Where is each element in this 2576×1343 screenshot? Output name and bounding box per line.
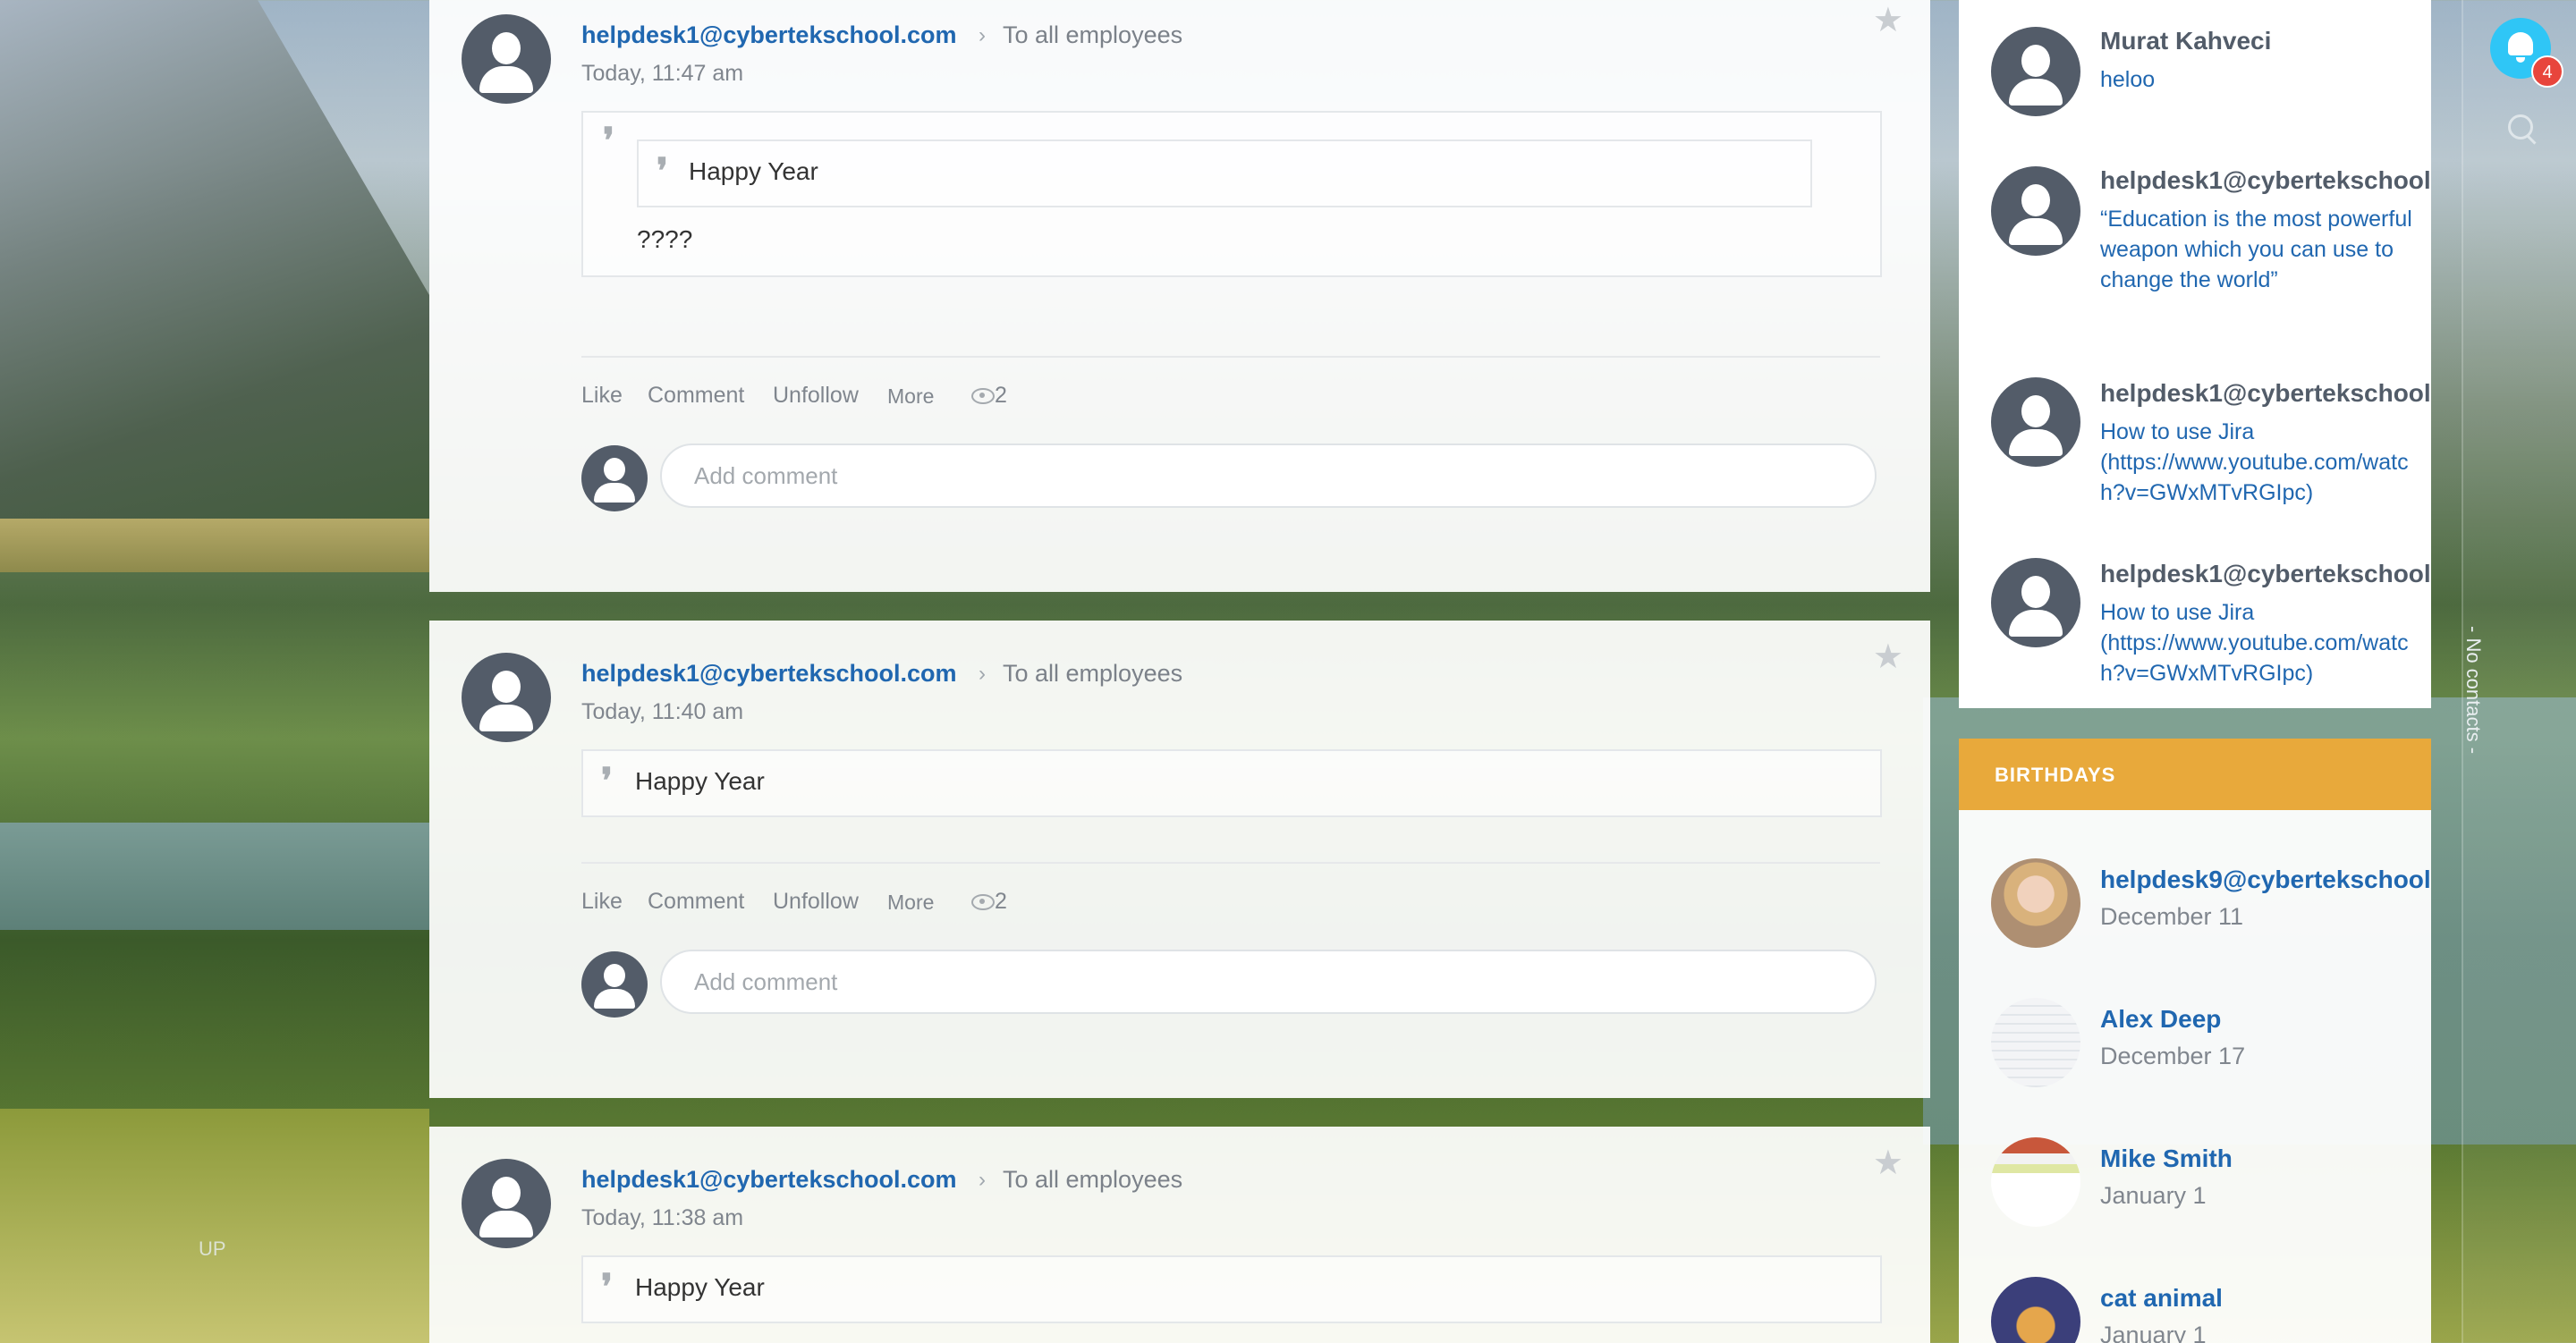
unfollow-button[interactable]: Unfollow xyxy=(773,383,859,409)
announcements-panel: Murat Kahveci heloo helpdesk1@cyberteksc… xyxy=(1959,0,2431,708)
birthday-date: December 17 xyxy=(2100,1043,2246,1069)
add-comment-input[interactable] xyxy=(660,950,1877,1014)
no-contacts-label: - No contacts - xyxy=(2462,626,2485,755)
post-time[interactable]: Today, 11:40 am xyxy=(581,699,743,725)
background-meadow xyxy=(0,519,429,572)
quote-icon: ❜ xyxy=(603,120,614,162)
divider xyxy=(581,862,1880,864)
announcement-text[interactable]: “Education is the most powerful weapon w… xyxy=(2100,204,2413,295)
notification-badge: 4 xyxy=(2531,55,2563,88)
current-user-avatar xyxy=(581,445,648,511)
quoted-text: Happy Year xyxy=(635,1273,765,1301)
post-author[interactable]: helpdesk1@cybertekschool.com xyxy=(581,1166,957,1194)
announcement-item[interactable]: helpdesk1@cybertekschool. “Education is … xyxy=(1959,143,2431,367)
feed-post: helpdesk1@cybertekschool.com › To all em… xyxy=(429,621,1930,1098)
post-body: ❜ ❜ Happy Year ???? xyxy=(581,111,1882,277)
announcement-item[interactable]: helpdesk1@cybertekschool. How to use Jir… xyxy=(1959,536,2431,708)
eye-icon xyxy=(971,388,995,404)
star-icon[interactable]: ★ xyxy=(1873,0,1903,40)
announcement-item[interactable]: helpdesk1@cybertekschool. How to use Jir… xyxy=(1959,356,2431,535)
birthday-item[interactable]: Alex Deep December 17 xyxy=(1959,996,2431,1112)
background-grass xyxy=(0,1109,429,1343)
unfollow-button[interactable]: Unfollow xyxy=(773,889,859,915)
search-icon[interactable] xyxy=(2508,114,2533,139)
comment-button[interactable]: Comment xyxy=(648,383,744,409)
quote-icon: ❜ xyxy=(601,760,613,802)
avatar xyxy=(1991,998,2080,1087)
birthday-name[interactable]: Mike Smith xyxy=(2100,1145,2233,1173)
more-button[interactable]: More xyxy=(887,384,934,409)
birthdays-title: BIRTHDAYS xyxy=(1995,764,2116,786)
post-destination[interactable]: To all employees xyxy=(1003,21,1182,49)
birthday-date: January 1 xyxy=(2100,1182,2207,1209)
announcement-author: helpdesk1@cybertekschool. xyxy=(2100,166,2431,194)
birthday-name[interactable]: cat animal xyxy=(2100,1284,2223,1313)
quote-icon: ❜ xyxy=(657,150,668,192)
current-user-avatar xyxy=(581,951,648,1018)
avatar xyxy=(1991,1277,2080,1343)
birthday-name[interactable]: Alex Deep xyxy=(2100,1005,2221,1034)
author-avatar[interactable] xyxy=(462,653,551,742)
star-icon[interactable]: ★ xyxy=(1873,637,1903,677)
announcement-author: helpdesk1@cybertekschool. xyxy=(2100,560,2431,587)
quoted-text: Happy Year xyxy=(635,767,765,795)
announcement-author: Murat Kahveci xyxy=(2100,27,2272,55)
scroll-up-button[interactable]: UP xyxy=(199,1237,226,1261)
avatar xyxy=(1991,858,2080,948)
author-avatar xyxy=(1991,27,2080,116)
post-destination[interactable]: To all employees xyxy=(1003,1166,1182,1194)
author-avatar[interactable] xyxy=(462,14,551,104)
avatar xyxy=(1991,1137,2080,1227)
post-time[interactable]: Today, 11:47 am xyxy=(581,61,743,87)
view-count: 2 xyxy=(995,889,1007,914)
divider xyxy=(581,356,1880,358)
feed-post: helpdesk1@cybertekschool.com › To all em… xyxy=(429,1127,1930,1343)
chevron-right-icon: › xyxy=(979,1168,986,1192)
chevron-right-icon: › xyxy=(979,23,986,47)
announcement-text[interactable]: How to use Jira (https://www.youtube.com… xyxy=(2100,597,2413,688)
announcement-item[interactable]: Murat Kahveci heloo xyxy=(1959,0,2431,143)
eye-icon xyxy=(971,894,995,910)
birthday-item[interactable]: helpdesk9@cybertekschool. December 11 xyxy=(1959,857,2431,973)
birthdays-panel: helpdesk9@cybertekschool. December 11 Al… xyxy=(1959,810,2431,1343)
announcement-text[interactable]: How to use Jira (https://www.youtube.com… xyxy=(2100,417,2413,508)
author-avatar xyxy=(1991,558,2080,647)
bell-icon xyxy=(2508,32,2533,55)
birthday-date: December 11 xyxy=(2100,903,2244,930)
quoted-text: Happy Year xyxy=(689,157,818,185)
birthdays-header: BIRTHDAYS xyxy=(1959,739,2431,810)
like-button[interactable]: Like xyxy=(581,383,623,409)
more-button[interactable]: More xyxy=(887,891,934,915)
post-author[interactable]: helpdesk1@cybertekschool.com xyxy=(581,660,957,688)
view-count: 2 xyxy=(995,383,1007,408)
chevron-right-icon: › xyxy=(979,662,986,686)
announcement-author: helpdesk1@cybertekschool. xyxy=(2100,379,2431,407)
comment-button[interactable]: Comment xyxy=(648,889,744,915)
quoted-block: ❜ Happy Year xyxy=(581,1255,1882,1323)
post-text: ???? xyxy=(637,225,693,253)
birthday-name[interactable]: helpdesk9@cybertekschool. xyxy=(2100,866,2431,894)
quoted-block: ❜ Happy Year xyxy=(637,139,1812,207)
author-avatar xyxy=(1991,377,2080,467)
post-author[interactable]: helpdesk1@cybertekschool.com xyxy=(581,21,957,49)
feed-post: helpdesk1@cybertekschool.com › To all em… xyxy=(429,0,1930,592)
birthday-item[interactable]: cat animal January 1 xyxy=(1959,1275,2431,1343)
quoted-block: ❜ Happy Year xyxy=(581,749,1882,817)
add-comment-input[interactable] xyxy=(660,443,1877,508)
background-lake xyxy=(0,823,429,930)
announcement-text[interactable]: heloo xyxy=(2100,64,2413,95)
post-destination[interactable]: To all employees xyxy=(1003,660,1182,688)
quote-icon: ❜ xyxy=(601,1266,613,1308)
author-avatar xyxy=(1991,166,2080,256)
like-button[interactable]: Like xyxy=(581,889,623,915)
birthday-date: January 1 xyxy=(2100,1322,2207,1343)
background-mountain xyxy=(0,0,429,536)
birthday-item[interactable]: Mike Smith January 1 xyxy=(1959,1136,2431,1252)
post-time[interactable]: Today, 11:38 am xyxy=(581,1205,743,1231)
star-icon[interactable]: ★ xyxy=(1873,1143,1903,1183)
author-avatar[interactable] xyxy=(462,1159,551,1248)
